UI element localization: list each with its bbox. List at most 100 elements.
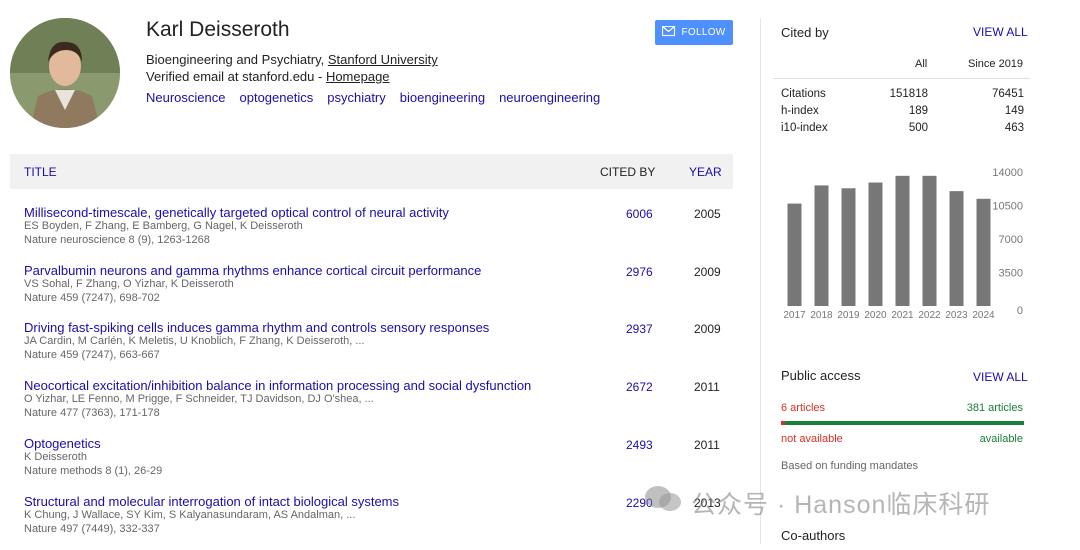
article-year: 2011 bbox=[694, 438, 720, 452]
h-index-row: h-index 189 149 bbox=[781, 105, 1024, 121]
article-venue: Nature 497 (7449), 332-337 bbox=[24, 523, 160, 535]
chart-x-label: 2024 bbox=[972, 310, 995, 321]
chart-bar-2019[interactable] bbox=[841, 188, 856, 306]
cited-by-col-all: All bbox=[915, 58, 928, 70]
article-authors: O Yizhar, LE Fenno, M Prigge, F Schneide… bbox=[24, 393, 374, 405]
profile-email: Verified email at stanford.edu - Homepag… bbox=[146, 69, 390, 84]
article-cited-by[interactable]: 2493 bbox=[626, 438, 653, 452]
metric-all: 151818 bbox=[889, 88, 928, 100]
citations-per-year-chart: 2017 2018 2019 2020 2021 2022 2023 2024 14000 105… bbox=[783, 167, 1023, 321]
article-title[interactable]: Parvalbumin neurons and gamma rhythms en… bbox=[24, 263, 481, 278]
metric-since: 149 bbox=[1004, 105, 1024, 117]
interest-link[interactable]: psychiatry bbox=[327, 90, 386, 105]
not-available-count[interactable]: 6 articles bbox=[781, 402, 825, 414]
email-text: Verified email at stanford.edu - bbox=[146, 69, 326, 84]
public-access-view-all[interactable]: VIEW ALL bbox=[973, 370, 1028, 384]
available-label: available bbox=[979, 433, 1023, 445]
metric-all: 500 bbox=[908, 122, 928, 134]
watermark: 公众号 · Hanson临床科研 bbox=[643, 484, 990, 521]
public-access-bar bbox=[781, 421, 1024, 425]
follow-button[interactable]: FOLLOW bbox=[655, 20, 733, 45]
interest-link[interactable]: neuroengineering bbox=[499, 90, 600, 105]
article-venue: Nature neuroscience 8 (9), 1263-1268 bbox=[24, 234, 210, 246]
coauthors-title: Co-authors bbox=[781, 528, 846, 543]
article-title[interactable]: Millisecond-timescale, genetically targe… bbox=[24, 205, 449, 220]
article-cited-by[interactable]: 2937 bbox=[626, 322, 653, 336]
interest-link[interactable]: bioengineering bbox=[400, 90, 485, 105]
article-cited-by[interactable]: 2672 bbox=[626, 380, 653, 394]
article-venue: Nature methods 8 (1), 26-29 bbox=[24, 465, 163, 477]
not-available-segment bbox=[781, 421, 785, 425]
metric-since: 76451 bbox=[992, 88, 1024, 100]
wechat-icon bbox=[643, 484, 683, 521]
article-authors: ES Boyden, F Zhang, E Bamberg, G Nagel, … bbox=[24, 220, 303, 232]
cited-by-col-since: Since 2019 bbox=[968, 58, 1024, 70]
article-venue: Nature 459 (7247), 698-702 bbox=[24, 292, 160, 304]
interest-link[interactable]: optogenetics bbox=[240, 90, 314, 105]
panel-divider bbox=[760, 18, 761, 544]
metric-label: Citations bbox=[781, 88, 826, 100]
sort-by-title[interactable]: TITLE bbox=[24, 165, 57, 179]
article-venue: Nature 459 (7247), 663-667 bbox=[24, 349, 160, 361]
article-year: 2009 bbox=[694, 322, 721, 336]
interest-link[interactable]: Neuroscience bbox=[146, 90, 226, 105]
chart-x-label: 2022 bbox=[918, 310, 941, 321]
table-row: Neocortical excitation/inhibition balanc… bbox=[24, 378, 733, 434]
chart-y-label: 10500 bbox=[992, 201, 1023, 213]
article-title[interactable]: Optogenetics bbox=[24, 436, 101, 451]
article-cited-by[interactable]: 6006 bbox=[626, 207, 653, 221]
profile-photo bbox=[10, 18, 120, 128]
affiliation-prefix: Bioengineering and Psychiatry, bbox=[146, 52, 328, 67]
metric-label: i10-index bbox=[781, 122, 828, 134]
follow-icon bbox=[662, 25, 676, 40]
chart-x-label: 2018 bbox=[810, 310, 833, 321]
article-title[interactable]: Structural and molecular interrogation o… bbox=[24, 494, 399, 509]
chart-y-label: 3500 bbox=[999, 268, 1023, 280]
article-title[interactable]: Driving fast-spiking cells induces gamma… bbox=[24, 320, 489, 335]
citations-row: Citations 151818 76451 bbox=[781, 88, 1024, 104]
chart-bar-2024[interactable] bbox=[976, 198, 991, 306]
cited-by-separator bbox=[773, 78, 1030, 79]
cited-by-title: Cited by bbox=[781, 25, 829, 40]
chart-y-label: 14000 bbox=[992, 167, 1023, 179]
chart-x-label: 2019 bbox=[837, 310, 860, 321]
article-authors: JA Cardin, M Carlén, K Meletis, U Knobli… bbox=[24, 335, 365, 347]
table-row: Millisecond-timescale, genetically targe… bbox=[24, 205, 733, 261]
chart-bar-2023[interactable] bbox=[949, 191, 964, 306]
chart-bar-2017[interactable] bbox=[787, 203, 802, 306]
follow-label: FOLLOW bbox=[681, 27, 726, 38]
article-year: 2009 bbox=[694, 265, 721, 279]
article-authors: K Chung, J Wallace, SY Kim, S Kalyanasun… bbox=[24, 509, 356, 521]
sort-by-year[interactable]: YEAR bbox=[689, 165, 722, 179]
article-title[interactable]: Neocortical excitation/inhibition balanc… bbox=[24, 378, 531, 393]
chart-y-label: 7000 bbox=[999, 234, 1023, 246]
table-row: Structural and molecular interrogation o… bbox=[24, 494, 733, 550]
i10-index-row: i10-index 500 463 bbox=[781, 122, 1024, 138]
available-count[interactable]: 381 articles bbox=[967, 402, 1023, 414]
article-year: 2011 bbox=[694, 380, 720, 394]
sort-by-cited[interactable]: CITED BY bbox=[600, 165, 655, 179]
article-authors: K Deisseroth bbox=[24, 451, 87, 463]
cited-by-view-all[interactable]: VIEW ALL bbox=[973, 25, 1028, 39]
research-interests: Neuroscience optogenetics psychiatry bio… bbox=[146, 90, 600, 105]
homepage-link[interactable]: Homepage bbox=[326, 69, 390, 84]
affiliation-link[interactable]: Stanford University bbox=[328, 52, 438, 67]
article-cited-by[interactable]: 2976 bbox=[626, 265, 653, 279]
profile-name: Karl Deisseroth bbox=[146, 18, 290, 41]
articles-table-header: TITLE CITED BY YEAR bbox=[10, 154, 733, 189]
metric-all: 189 bbox=[908, 105, 928, 117]
table-row: Parvalbumin neurons and gamma rhythms en… bbox=[24, 263, 733, 319]
not-available-label: not available bbox=[781, 433, 843, 445]
article-venue: Nature 477 (7363), 171-178 bbox=[24, 407, 160, 419]
chart-x-label: 2020 bbox=[864, 310, 887, 321]
public-access-title: Public access bbox=[781, 368, 861, 383]
chart-bar-2022[interactable] bbox=[922, 175, 937, 306]
watermark-text: 公众号 · Hanson临床科研 bbox=[691, 490, 991, 519]
chart-x-label: 2021 bbox=[891, 310, 914, 321]
chart-y-label: 0 bbox=[1017, 305, 1023, 317]
chart-bar-2021[interactable] bbox=[895, 175, 910, 306]
chart-bar-2020[interactable] bbox=[868, 182, 883, 306]
chart-bar-2018[interactable] bbox=[814, 185, 829, 306]
article-authors: VS Sohal, F Zhang, O Yizhar, K Deisserot… bbox=[24, 278, 234, 290]
table-row: Optogenetics K Deisseroth Nature methods… bbox=[24, 436, 733, 492]
